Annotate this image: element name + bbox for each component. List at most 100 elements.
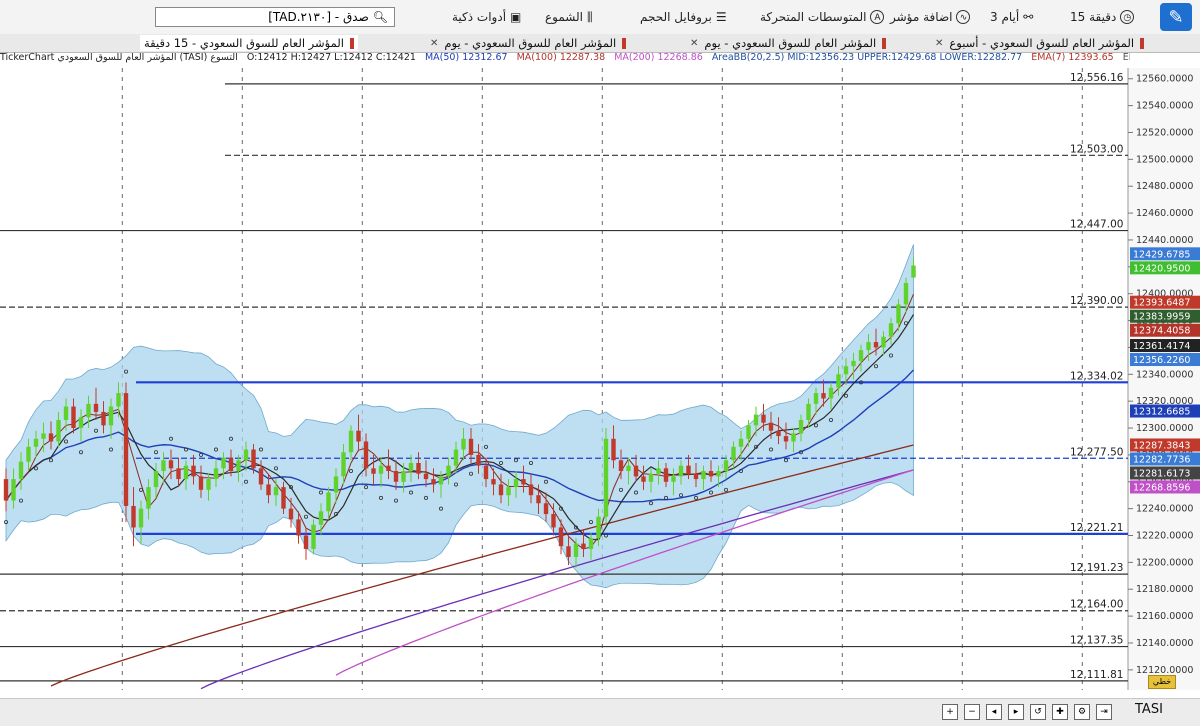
candle-body bbox=[123, 393, 129, 506]
candle-body bbox=[101, 411, 106, 426]
candle-body bbox=[491, 479, 496, 485]
candle-body bbox=[131, 505, 136, 528]
candle-body bbox=[821, 393, 826, 399]
price-level-label: 12,191.23 bbox=[1070, 562, 1123, 574]
candle-body bbox=[56, 419, 61, 442]
candle-body bbox=[176, 468, 181, 480]
candle-body bbox=[311, 524, 316, 549]
price-level-label: 12,447.00 bbox=[1070, 219, 1123, 231]
candle-body bbox=[326, 492, 331, 512]
candle-body bbox=[693, 473, 699, 480]
candle-body bbox=[108, 406, 114, 426]
candle-body bbox=[611, 438, 616, 461]
candle-body bbox=[656, 468, 661, 474]
y-tick-label: 12180.0000 bbox=[1136, 584, 1193, 595]
candle-body bbox=[438, 476, 444, 485]
zoom-in-icon[interactable]: + bbox=[942, 704, 958, 720]
candle-body bbox=[858, 350, 864, 361]
candle-body bbox=[663, 468, 669, 482]
candle-body bbox=[633, 465, 639, 477]
candle-body bbox=[423, 473, 429, 480]
candle-body bbox=[138, 508, 144, 528]
candle-body bbox=[341, 452, 346, 477]
candle-body bbox=[753, 414, 759, 426]
candle-body bbox=[776, 430, 781, 437]
price-tag-label: 12429.6785 bbox=[1133, 249, 1190, 260]
price-tag-label: 12383.9959 bbox=[1133, 312, 1190, 323]
candle-body bbox=[446, 465, 451, 477]
y-tick-label: 12200.0000 bbox=[1136, 557, 1193, 568]
candle-body bbox=[41, 433, 46, 439]
candle-body bbox=[386, 465, 391, 472]
candle-body bbox=[198, 476, 204, 490]
candle-body bbox=[686, 465, 691, 474]
price-level-label: 12,164.00 bbox=[1070, 599, 1123, 611]
candle-body bbox=[296, 519, 301, 536]
price-chart[interactable]: Aug010203040507080910111412120.000012140… bbox=[0, 0, 1200, 698]
candle-body bbox=[791, 433, 796, 442]
y-tick-label: 12440.0000 bbox=[1136, 235, 1193, 246]
candle-body bbox=[738, 438, 744, 447]
candle-body bbox=[558, 527, 564, 547]
candle-body bbox=[221, 457, 226, 469]
candle-body bbox=[701, 471, 706, 480]
crosshair-icon[interactable]: ✚ bbox=[1052, 704, 1068, 720]
candle-body bbox=[431, 479, 436, 485]
candle-body bbox=[911, 265, 916, 278]
candle-body bbox=[716, 471, 721, 477]
candle-body bbox=[228, 457, 234, 472]
y-tick-label: 12300.0000 bbox=[1136, 423, 1193, 434]
candle-body bbox=[678, 465, 684, 477]
pan-left-icon[interactable]: ◂ bbox=[986, 704, 1002, 720]
candle-body bbox=[896, 304, 901, 324]
candle-body bbox=[266, 484, 271, 496]
line-mode-label: خطي bbox=[1152, 677, 1172, 686]
y-tick-label: 12540.0000 bbox=[1136, 101, 1193, 112]
candle-body bbox=[348, 430, 354, 453]
price-level-label: 12,334.02 bbox=[1070, 370, 1123, 382]
candle-body bbox=[18, 461, 24, 480]
candle-body bbox=[566, 546, 571, 558]
y-tick-label: 12460.0000 bbox=[1136, 208, 1193, 219]
candle-body bbox=[191, 465, 196, 477]
zoom-out-icon[interactable]: − bbox=[964, 704, 980, 720]
pan-right-icon[interactable]: ▸ bbox=[1008, 704, 1024, 720]
candle-body bbox=[543, 503, 549, 515]
candle-body bbox=[153, 471, 159, 488]
candle-body bbox=[3, 479, 9, 501]
price-level-label: 12,137.35 bbox=[1070, 635, 1123, 647]
candle-body bbox=[798, 419, 804, 434]
candle-body bbox=[206, 479, 211, 490]
price-tag-label: 12312.6685 bbox=[1133, 407, 1190, 418]
candle-body bbox=[333, 476, 339, 493]
candle-body bbox=[401, 471, 406, 482]
candle-body bbox=[483, 465, 489, 480]
y-tick-label: 12340.0000 bbox=[1136, 369, 1193, 380]
candle-body bbox=[506, 487, 511, 496]
candle-body bbox=[288, 508, 294, 520]
y-tick-label: 12160.0000 bbox=[1136, 611, 1193, 622]
bottom-bar: + − ◂ ▸ ↺ ✚ ⚙ ⇥ TASI bbox=[0, 698, 1200, 726]
candle-body bbox=[573, 543, 579, 558]
reset-icon[interactable]: ↺ bbox=[1030, 704, 1046, 720]
candle-body bbox=[881, 336, 886, 348]
candle-body bbox=[236, 460, 241, 472]
candle-body bbox=[461, 438, 466, 450]
price-level-label: 12,277.50 bbox=[1070, 446, 1123, 458]
candle-body bbox=[768, 422, 774, 431]
candle-body bbox=[78, 417, 84, 429]
scroll-end-icon[interactable]: ⇥ bbox=[1096, 704, 1112, 720]
line-mode-button[interactable]: خطي bbox=[1148, 675, 1176, 689]
y-tick-label: 12520.0000 bbox=[1136, 127, 1193, 138]
price-tag-label: 12268.8596 bbox=[1133, 482, 1190, 493]
settings-icon[interactable]: ⚙ bbox=[1074, 704, 1090, 720]
candle-body bbox=[888, 323, 894, 337]
price-tag-label: 12361.4174 bbox=[1133, 341, 1190, 352]
candle-body bbox=[603, 438, 609, 517]
price-level-label: 12,556.16 bbox=[1070, 72, 1124, 84]
candle-body bbox=[26, 446, 31, 462]
candle-body bbox=[783, 436, 789, 442]
candle-body bbox=[581, 543, 586, 549]
candle-body bbox=[378, 465, 384, 474]
price-tag-label: 12356.2260 bbox=[1133, 355, 1190, 366]
